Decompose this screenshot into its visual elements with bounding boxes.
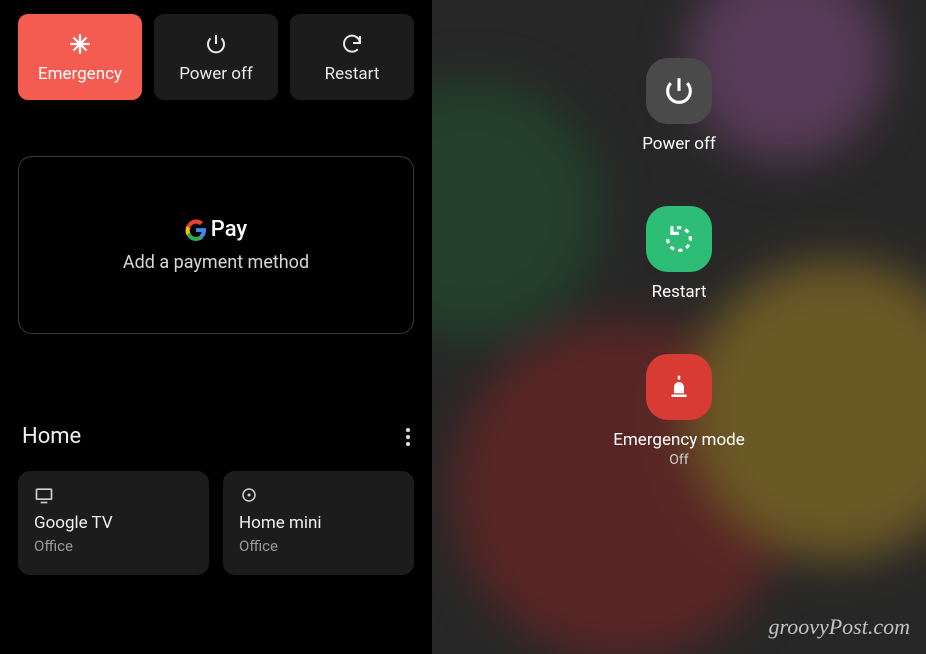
power-off-label: Power off bbox=[642, 134, 716, 154]
gpay-brand-text: Pay bbox=[211, 217, 247, 242]
device-location: Office bbox=[239, 537, 398, 555]
restart-icon bbox=[338, 30, 366, 58]
device-cards-row: Google TV Office Home mini Office bbox=[18, 471, 414, 575]
home-title: Home bbox=[22, 424, 81, 449]
restart-icon bbox=[646, 206, 712, 272]
device-card-home-mini[interactable]: Home mini Office bbox=[223, 471, 414, 575]
google-pay-card[interactable]: Pay Add a payment method bbox=[18, 156, 414, 334]
tv-icon bbox=[34, 485, 54, 505]
emergency-mode-label: Emergency mode bbox=[613, 430, 745, 450]
power-off-label: Power off bbox=[179, 64, 253, 84]
samsung-power-menu: Power off Restart Emergency mode Off gro… bbox=[432, 0, 926, 654]
emergency-button[interactable]: Emergency bbox=[18, 14, 142, 100]
medical-icon bbox=[66, 30, 94, 58]
emergency-label: Emergency bbox=[38, 64, 122, 84]
power-icon bbox=[646, 58, 712, 124]
emergency-mode-item[interactable]: Emergency mode Off bbox=[613, 354, 745, 468]
power-off-button[interactable]: Power off bbox=[154, 14, 278, 100]
power-off-item[interactable]: Power off bbox=[642, 58, 716, 154]
power-menu-top-row: Emergency Power off Restart bbox=[18, 14, 414, 100]
device-name: Home mini bbox=[239, 513, 398, 533]
restart-label: Restart bbox=[325, 64, 380, 84]
emergency-icon bbox=[646, 354, 712, 420]
power-icon bbox=[202, 30, 230, 58]
google-pay-logo: Pay bbox=[185, 217, 247, 242]
more-options-icon[interactable] bbox=[406, 428, 410, 446]
restart-label: Restart bbox=[652, 282, 707, 302]
home-section-header: Home bbox=[18, 424, 414, 449]
pixel-power-menu: Emergency Power off Restart bbox=[0, 0, 432, 654]
restart-button[interactable]: Restart bbox=[290, 14, 414, 100]
speaker-icon bbox=[239, 485, 259, 505]
restart-item[interactable]: Restart bbox=[646, 206, 712, 302]
emergency-mode-status: Off bbox=[669, 452, 688, 468]
google-g-icon bbox=[185, 219, 207, 241]
watermark: groovyPost.com bbox=[768, 614, 910, 640]
gpay-subtitle: Add a payment method bbox=[123, 252, 309, 273]
device-location: Office bbox=[34, 537, 193, 555]
device-name: Google TV bbox=[34, 513, 193, 533]
device-card-google-tv[interactable]: Google TV Office bbox=[18, 471, 209, 575]
power-menu-items: Power off Restart Emergency mode Off bbox=[432, 0, 926, 654]
